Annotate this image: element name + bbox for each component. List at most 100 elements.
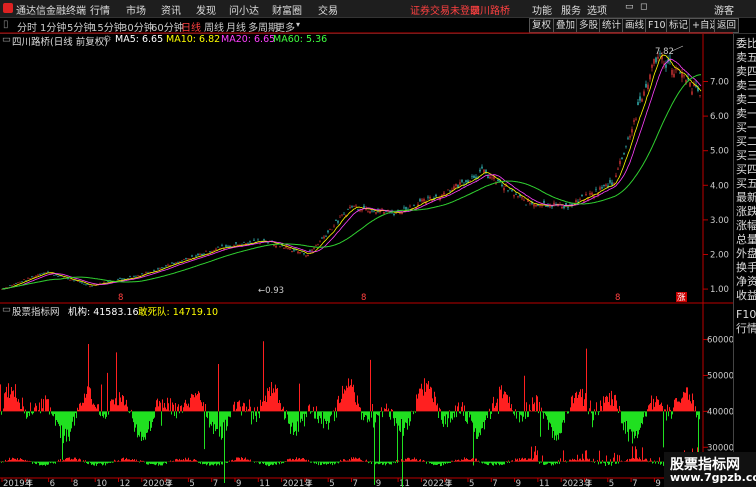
sidebar-buy5[interactable]: 买五 [736, 177, 756, 190]
candle-body [287, 248, 289, 250]
candle-body [263, 239, 265, 241]
candle-body [565, 202, 567, 205]
price-axis-labels: 7.00 6.00 5.00 4.00 3.00 2.00 1.00 [710, 78, 729, 296]
candle-body [177, 262, 179, 263]
candle-body [233, 245, 235, 247]
sidebar-buy2[interactable]: 买二 [736, 135, 756, 148]
candle-body [447, 189, 449, 191]
sidebar-change[interactable]: 涨跌 [736, 205, 756, 218]
candle-body [393, 213, 395, 215]
candle-body [137, 275, 139, 277]
candle-body [201, 253, 203, 256]
candle-body [195, 255, 197, 257]
sidebar-change-pct[interactable]: 涨幅 [736, 219, 756, 232]
candle-body [85, 284, 87, 286]
candle-body [221, 245, 223, 246]
candle-body [329, 229, 331, 230]
candle-body [249, 241, 251, 243]
x-label: 9 [655, 479, 660, 487]
x-label: 9 [236, 479, 241, 487]
candle-body [679, 72, 681, 74]
candle-body [283, 248, 285, 249]
sidebar-latest[interactable]: 最新 [736, 191, 756, 204]
candle-body [549, 205, 551, 208]
candle-body [575, 200, 577, 203]
indicator-grid [703, 339, 708, 448]
candle-body [511, 189, 513, 191]
candle-body [165, 265, 167, 267]
event-marker: 8 [118, 293, 123, 303]
candle-body [117, 279, 119, 281]
candle-body [215, 248, 217, 250]
x-label: 6 [50, 479, 55, 487]
sidebar-outer[interactable]: 外盘 [736, 247, 756, 260]
candle-body [559, 202, 561, 204]
candle-body [91, 285, 93, 287]
candle-body [561, 206, 563, 209]
candle-body [305, 255, 307, 257]
sidebar-f10[interactable]: F10 [736, 308, 756, 321]
candle-body [55, 274, 57, 276]
candlestick-series [1, 50, 701, 290]
candle-body [487, 176, 489, 179]
candle-body [291, 251, 293, 252]
sidebar-buy1[interactable]: 买一 [736, 121, 756, 134]
candle-body [481, 166, 483, 169]
candle-body [637, 102, 639, 105]
candle-body [89, 285, 91, 287]
sidebar-buy4[interactable]: 买四 [736, 163, 756, 176]
candle-body [491, 177, 493, 179]
candle-body [675, 69, 677, 71]
candle-body [507, 190, 509, 191]
candle-body [619, 160, 621, 165]
candle-body [307, 254, 309, 257]
candle-body [227, 246, 229, 247]
candle-body [677, 69, 679, 71]
candle-body [581, 194, 583, 197]
ma10-line [1, 54, 702, 290]
candle-body [203, 253, 205, 255]
sidebar-sell5[interactable]: 卖五 [736, 51, 756, 64]
candle-body [145, 272, 147, 273]
candle-body [471, 176, 473, 177]
candle-body [689, 82, 691, 87]
candle-body [337, 220, 339, 223]
sidebar-hangqing[interactable]: 行情 [736, 322, 756, 335]
candle-body [457, 185, 459, 188]
sidebar-net-asset[interactable]: 净资 [736, 275, 756, 288]
sidebar-buy3[interactable]: 买三 [736, 149, 756, 162]
sidebar-sell4[interactable]: 卖四 [736, 65, 756, 78]
sidebar-earnings[interactable]: 收益 [736, 289, 756, 302]
candle-body [299, 252, 301, 254]
candle-body [355, 205, 357, 207]
candle-body [187, 258, 189, 260]
sidebar-weibi[interactable]: 委比 [736, 37, 756, 50]
candle-body [173, 263, 175, 265]
x-axis-labels: 2019年4 6 8 10 12 2020年3 5 7 9 11 2021年3 5 7 9 11 2022年3… [1, 478, 690, 487]
candle-body [103, 281, 105, 283]
candle-body [591, 192, 593, 195]
candle-body [423, 198, 425, 202]
candle-body [421, 199, 423, 202]
sidebar-sell3[interactable]: 卖三 [736, 79, 756, 92]
sidebar-sell1[interactable]: 卖一 [736, 107, 756, 120]
watermark-url: www.7gpzb.com [670, 471, 756, 484]
candle-body [279, 246, 281, 247]
candle-body [465, 180, 467, 183]
sidebar-turnover[interactable]: 换手 [736, 261, 756, 274]
sidebar-sell2[interactable]: 卖二 [736, 93, 756, 106]
candle-body [665, 64, 667, 68]
candle-body [83, 283, 85, 285]
candle-body [645, 83, 647, 88]
candle-body [489, 176, 491, 179]
candle-body [81, 282, 83, 284]
indicator-label: 60000 [707, 336, 733, 346]
candle-body [533, 204, 535, 207]
candle-body [615, 175, 617, 178]
candle-body [69, 280, 71, 281]
x-label: 9 [516, 479, 521, 487]
candle-body [19, 281, 21, 283]
sidebar-volume[interactable]: 总量 [736, 233, 756, 246]
chart-canvas: 7.00 6.00 5.00 4.00 3.00 2.00 1.00 60000 50000 4… [0, 32, 733, 487]
candle-body [23, 279, 25, 281]
